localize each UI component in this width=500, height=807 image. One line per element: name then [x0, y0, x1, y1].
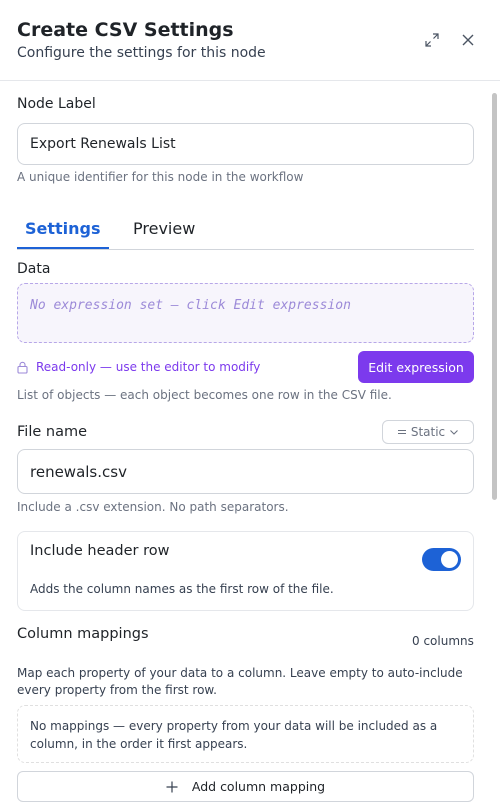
header-row-description: Adds the column names as the first row o…	[30, 582, 334, 596]
empty-mappings-text: No mappings — every property from your d…	[30, 719, 438, 751]
file-name-hint: Include a .csv extension. No path separa…	[17, 500, 289, 514]
column-count: 0 columns	[412, 634, 474, 648]
data-hint: List of objects — each object becomes on…	[17, 388, 392, 402]
node-label-heading: Node Label	[17, 96, 96, 112]
add-column-mapping-button[interactable]: Add column mapping	[17, 771, 474, 802]
header-row-card: Include header row Adds the column names…	[17, 531, 474, 611]
edit-expression-button[interactable]: Edit expression	[358, 351, 474, 383]
panel-subtitle: Configure the settings for this node	[17, 45, 266, 61]
expression-box[interactable]: No expression set — click Edit expressio…	[17, 283, 474, 343]
add-column-mapping-label: Add column mapping	[191, 779, 326, 794]
readonly-text: Read-only — use the editor to modify	[36, 360, 261, 374]
settings-panel: Create CSV Settings Configure the settin…	[0, 0, 500, 807]
node-label-hint: A unique identifier for this node in the…	[17, 170, 304, 184]
tab-bar: Settings Preview	[17, 212, 474, 250]
header-row-title: Include header row	[30, 543, 170, 559]
close-icon	[462, 34, 474, 46]
file-name-label: File name	[17, 424, 87, 440]
column-mappings-description: Map each property of your data to a colu…	[17, 666, 463, 697]
equals-icon	[397, 429, 406, 435]
data-label: Data	[17, 261, 51, 277]
toggle-knob	[441, 551, 458, 568]
node-label-input[interactable]	[17, 123, 474, 165]
chevron-down-icon	[450, 429, 459, 435]
tab-preview[interactable]: Preview	[125, 219, 203, 249]
column-mappings-label: Column mappings	[17, 626, 149, 642]
file-name-input[interactable]	[17, 449, 474, 494]
value-mode-label: Static	[410, 425, 446, 439]
scrollbar-thumb[interactable]	[492, 93, 497, 500]
expand-button[interactable]	[422, 30, 442, 50]
tab-settings[interactable]: Settings	[17, 219, 109, 249]
expression-placeholder: No expression set — click Edit expressio…	[30, 298, 351, 313]
lock-icon	[17, 361, 28, 374]
expand-icon	[425, 33, 439, 47]
plus-icon	[166, 781, 178, 792]
panel-title: Create CSV Settings	[17, 19, 234, 41]
empty-mappings-box: No mappings — every property from your d…	[17, 705, 474, 763]
value-mode-select[interactable]: Static	[382, 420, 474, 444]
header-row-toggle[interactable]	[422, 548, 461, 571]
panel-header: Create CSV Settings Configure the settin…	[0, 0, 500, 81]
close-button[interactable]	[458, 30, 478, 50]
readonly-notice: Read-only — use the editor to modify	[17, 359, 260, 375]
